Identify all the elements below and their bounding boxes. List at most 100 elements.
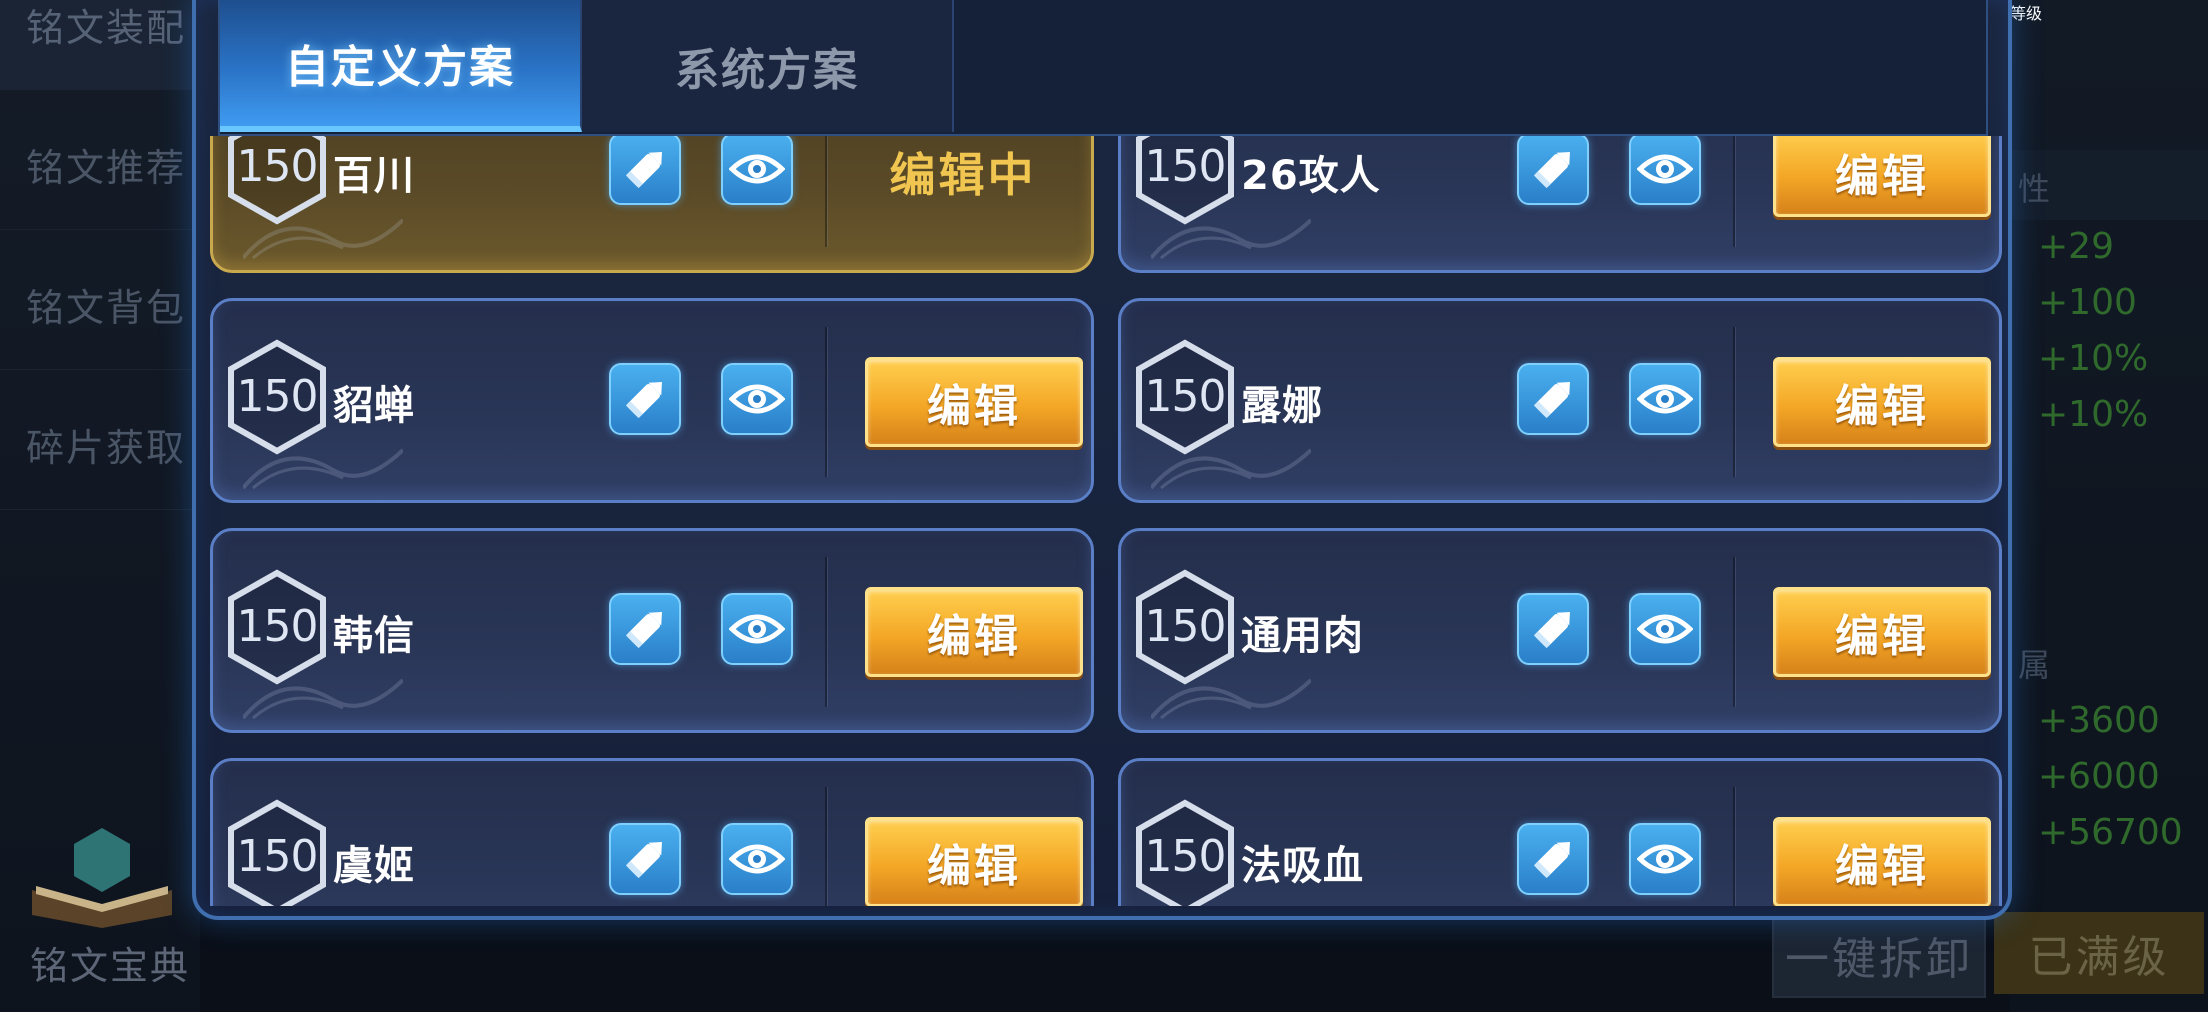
edit-button[interactable]: 编辑 [1773,136,1991,217]
edit-button[interactable]: 编辑 [865,357,1083,447]
stat-value: +6000 [2038,756,2160,797]
scheme-card[interactable]: 150 法吸血 编辑 [1118,758,2002,906]
scheme-card[interactable]: 150 26攻人 编辑 [1118,136,2002,273]
scheme-card[interactable]: 150 韩信 编辑 [210,528,1094,733]
tab-custom-scheme[interactable]: 自定义方案 [220,0,582,132]
rename-button[interactable] [609,363,681,435]
scheme-name: 通用肉 [1241,613,1364,659]
scheme-name: 韩信 [333,613,415,659]
scheme-card[interactable]: 150 百川 编辑中 [210,136,1094,273]
eye-icon [729,384,785,414]
card-divider [1733,787,1735,906]
book-icon[interactable] [22,820,182,930]
stat-value: +100 [2038,282,2137,323]
card-divider [1733,557,1735,707]
stat-value: +3600 [2038,700,2160,741]
pencil-icon [1533,842,1570,879]
card-divider [825,787,827,906]
scheme-card[interactable]: 150 露娜 编辑 [1118,298,2002,503]
eye-icon [1637,844,1693,874]
nav-item-rune-bag[interactable]: 铭文背包 [0,240,200,370]
eye-icon [1637,614,1693,644]
pencil-icon [625,382,662,419]
rename-button[interactable] [1517,823,1589,895]
decorative-swirl [243,218,403,260]
scheme-name: 露娜 [1241,383,1323,429]
decorative-swirl [1151,448,1311,490]
scheme-name: 26攻人 [1241,153,1381,199]
pencil-icon [1533,152,1570,189]
nav-item-rune-recommend[interactable]: 铭文推荐 [0,100,200,230]
decorative-swirl [1151,218,1311,260]
edit-button[interactable]: 编辑 [865,587,1083,677]
scheme-level: 150 [236,371,319,422]
edit-button[interactable]: 编辑 [1773,357,1991,447]
scheme-level: 150 [236,141,319,192]
stat-value: +29 [2038,226,2114,267]
edit-button[interactable]: 编辑 [865,817,1083,906]
tab-system-scheme[interactable]: 系统方案 [582,0,954,132]
stat-value: +10% [2038,338,2149,379]
rename-button[interactable] [1517,136,1589,205]
scheme-level: 150 [1144,141,1227,192]
edit-button[interactable]: 编辑 [1773,817,1991,906]
left-nav-panel: 铭文装配 铭文推荐 铭文背包 碎片获取 铭文宝典 [0,0,200,1012]
preview-button[interactable] [1629,363,1701,435]
rune-scheme-modal: 自定义方案 系统方案 150 百川 编辑中 150 26攻人 编辑 150 貂蝉… [192,0,2012,920]
eye-icon [1637,384,1693,414]
preview-button[interactable] [1629,136,1701,205]
decorative-swirl [1151,890,1311,906]
pencil-icon [1533,382,1570,419]
scheme-name: 法吸血 [1241,843,1364,889]
eye-icon [1637,154,1693,184]
pencil-icon [625,612,662,649]
card-divider [825,136,827,247]
bottom-bar [200,910,2010,1012]
maxed-level-button[interactable]: 已满级 [1994,912,2204,994]
eye-icon [729,614,785,644]
eye-icon [729,844,785,874]
nav-label: 铭文推荐 [26,146,187,190]
card-divider [1733,136,1735,247]
editing-status-label: 编辑中 [889,148,1037,202]
edit-button[interactable]: 编辑 [1773,587,1991,677]
scheme-name: 百川 [333,153,415,199]
stat-value: +10% [2038,394,2149,435]
decorative-swirl [243,678,403,720]
pencil-icon [625,842,662,879]
nav-label: 铭文装配 [26,6,187,50]
nav-item-rune-equip[interactable]: 铭文装配 [0,0,200,90]
attr-header: 性 [2018,170,2051,208]
level-title: 等级 [2010,4,2043,23]
scheme-level: 150 [1144,831,1227,882]
nav-item-fragment-obtain[interactable]: 碎片获取 [0,380,200,510]
disassemble-all-button[interactable]: 一键拆卸 [1772,912,1986,998]
preview-button[interactable] [721,363,793,435]
preview-button[interactable] [1629,593,1701,665]
scheme-level: 150 [236,831,319,882]
scheme-card[interactable]: 150 通用肉 编辑 [1118,528,2002,733]
rename-button[interactable] [609,136,681,205]
pencil-icon [625,152,662,189]
scheme-name: 貂蝉 [333,383,415,429]
rune-codex-label[interactable]: 铭文宝典 [30,935,190,990]
attr-header: 属 [2018,646,2051,684]
scheme-card[interactable]: 150 貂蝉 编辑 [210,298,1094,503]
rename-button[interactable] [609,823,681,895]
preview-button[interactable] [721,593,793,665]
scheme-level: 150 [1144,601,1227,652]
nav-label: 铭文背包 [26,286,187,330]
preview-button[interactable] [1629,823,1701,895]
rename-button[interactable] [609,593,681,665]
scheme-level: 150 [236,601,319,652]
rename-button[interactable] [1517,593,1589,665]
preview-button[interactable] [721,136,793,205]
scheme-list[interactable]: 150 百川 编辑中 150 26攻人 编辑 150 貂蝉 编辑 150 露娜 … [196,136,2008,906]
pencil-icon [1533,612,1570,649]
scheme-level: 150 [1144,371,1227,422]
preview-button[interactable] [721,823,793,895]
scheme-card[interactable]: 150 虞姬 编辑 [210,758,1094,906]
decorative-swirl [243,448,403,490]
eye-icon [729,154,785,184]
rename-button[interactable] [1517,363,1589,435]
